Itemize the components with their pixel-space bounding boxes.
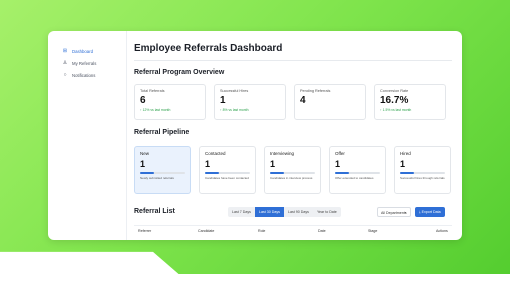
pipeline-card-contacted[interactable]: Contacted 1 Candidates have been contact… bbox=[199, 146, 256, 194]
stat-card-conversion-rate: Conversion Rate 16.7% ↑ 1.5% vs last mon… bbox=[374, 84, 446, 120]
stat-trend: ↑ 8% vs last month bbox=[220, 108, 249, 112]
table-header: Referrer Candidate Role Date Stage Actio… bbox=[134, 225, 452, 236]
sidebar-item-dashboard[interactable]: ⊞ Dashboard bbox=[62, 45, 126, 57]
stage-progress-bar bbox=[270, 172, 315, 174]
stage-count: 1 bbox=[205, 159, 211, 169]
divider bbox=[134, 60, 452, 61]
stat-card-successful-hires: Successful Hires 1 ↑ 8% vs last month bbox=[214, 84, 286, 120]
pipeline-card-offer[interactable]: Offer 1 Offer extended to candidates bbox=[329, 146, 386, 194]
sidebar-item-label: Notifications bbox=[72, 72, 96, 78]
stage-count: 1 bbox=[270, 159, 276, 169]
pipeline-card-new[interactable]: New 1 Newly submitted referrals bbox=[134, 146, 191, 194]
column-header-candidate[interactable]: Candidate bbox=[198, 229, 214, 233]
stage-label: Offer bbox=[335, 151, 345, 156]
overview-title: Referral Program Overview bbox=[134, 69, 225, 76]
stat-value: 6 bbox=[140, 95, 146, 106]
export-data-button[interactable]: ⤓ Export Data bbox=[415, 207, 445, 217]
stage-count: 1 bbox=[140, 159, 146, 169]
sidebar: ⊞ Dashboard ♙ My Referrals ○ Notificatio… bbox=[48, 31, 127, 240]
stage-count: 1 bbox=[400, 159, 406, 169]
download-icon: ⤓ bbox=[419, 210, 421, 214]
stat-label: Conversion Rate bbox=[380, 89, 409, 93]
column-header-stage[interactable]: Stage bbox=[368, 229, 377, 233]
stage-description: Candidates in interview process bbox=[270, 176, 313, 180]
pipeline-card-hired[interactable]: Hired 1 Successful hires through referra… bbox=[394, 146, 451, 194]
date-range-filter: Last 7 Days Last 30 Days Last 90 Days Ye… bbox=[228, 207, 341, 217]
sidebar-item-my-referrals[interactable]: ♙ My Referrals bbox=[62, 57, 126, 69]
stage-description: Candidates have been contacted bbox=[205, 176, 249, 180]
user-icon: ♙ bbox=[62, 60, 68, 66]
stat-value: 1 bbox=[220, 95, 226, 106]
stage-label: Contacted bbox=[205, 151, 226, 156]
stage-label: Interviewing bbox=[270, 151, 295, 156]
app-window: ⊞ Dashboard ♙ My Referrals ○ Notificatio… bbox=[48, 31, 462, 240]
filter-last-7-days[interactable]: Last 7 Days bbox=[228, 207, 255, 217]
stat-label: Pending Referrals bbox=[300, 89, 331, 93]
stage-count: 1 bbox=[335, 159, 341, 169]
stat-trend: ↑ 1.5% vs last month bbox=[380, 108, 412, 112]
column-header-role[interactable]: Role bbox=[258, 229, 265, 233]
stage-progress-bar bbox=[335, 172, 380, 174]
export-button-label: Export Data bbox=[421, 210, 441, 214]
pipeline-title: Referral Pipeline bbox=[134, 129, 190, 136]
pipeline-card-interviewing[interactable]: Interviewing 1 Candidates in interview p… bbox=[264, 146, 321, 194]
stage-progress-bar bbox=[205, 172, 250, 174]
filter-year-to-date[interactable]: Year to Date bbox=[313, 207, 341, 217]
stage-description: Successful hires through referrals bbox=[400, 176, 445, 180]
decorative-white-shape bbox=[0, 251, 510, 296]
stage-progress-bar bbox=[400, 172, 445, 174]
stat-label: Total Referrals bbox=[140, 89, 165, 93]
stat-trend: ↑ 12% vs last month bbox=[140, 108, 171, 112]
filter-last-30-days[interactable]: Last 30 Days bbox=[254, 207, 284, 217]
stage-label: New bbox=[140, 151, 150, 156]
column-header-referrer[interactable]: Referrer bbox=[138, 229, 151, 233]
stage-label: Hired bbox=[400, 151, 411, 156]
filter-last-90-days[interactable]: Last 90 Days bbox=[284, 207, 313, 217]
column-header-actions[interactable]: Actions bbox=[436, 229, 448, 233]
stage-description: Newly submitted referrals bbox=[140, 176, 174, 180]
column-header-date[interactable]: Date bbox=[318, 229, 326, 233]
stage-description: Offer extended to candidates bbox=[335, 176, 374, 180]
sidebar-item-notifications[interactable]: ○ Notifications bbox=[62, 69, 126, 81]
stat-value: 16.7% bbox=[380, 95, 409, 106]
stat-card-total-referrals: Total Referrals 6 ↑ 12% vs last month bbox=[134, 84, 206, 120]
stage-progress-bar bbox=[140, 172, 185, 174]
main-content: Employee Referrals Dashboard Referral Pr… bbox=[134, 31, 462, 240]
page-title: Employee Referrals Dashboard bbox=[134, 43, 283, 54]
department-select-value: All Departments bbox=[381, 210, 407, 215]
stat-value: 4 bbox=[300, 95, 306, 106]
referral-list-title: Referral List bbox=[134, 208, 175, 215]
sidebar-item-label: Dashboard bbox=[72, 48, 94, 54]
stat-label: Successful Hires bbox=[220, 89, 249, 93]
department-select[interactable]: All Departments ⌄ bbox=[377, 207, 411, 217]
grid-icon: ⊞ bbox=[62, 48, 68, 54]
stat-card-pending-referrals: Pending Referrals 4 bbox=[294, 84, 366, 120]
sidebar-item-label: My Referrals bbox=[72, 60, 97, 66]
bell-icon: ○ bbox=[63, 72, 67, 78]
chevron-down-icon: ⌄ bbox=[403, 210, 407, 214]
